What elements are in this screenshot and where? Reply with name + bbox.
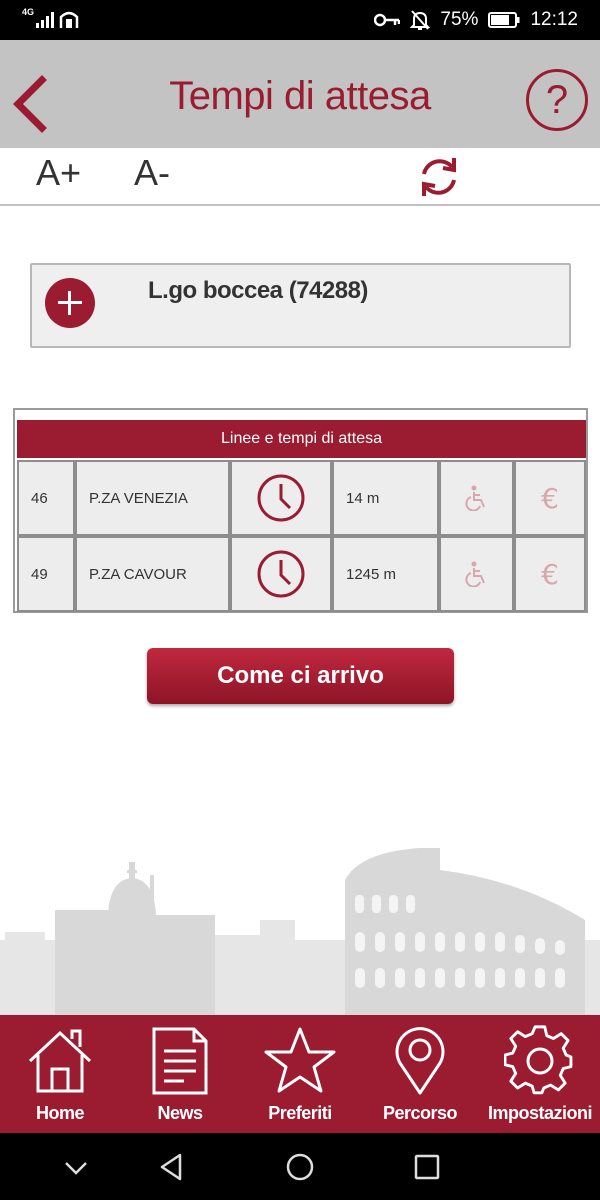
battery-icon xyxy=(488,12,520,28)
accessibility-cell xyxy=(439,536,514,612)
signal-icon xyxy=(36,12,54,28)
clock-icon xyxy=(257,474,305,522)
schedule-button[interactable] xyxy=(230,536,332,612)
table-row: 46 P.ZA VENEZIA 14 m € xyxy=(17,460,586,536)
wait-time: 1245 m xyxy=(332,536,439,612)
nav-favorites-label: Preferiti xyxy=(268,1103,332,1123)
clock-icon xyxy=(257,550,305,598)
refresh-icon xyxy=(422,158,456,196)
battery-percent: 75% xyxy=(440,9,479,30)
hotspot-icon xyxy=(59,11,79,28)
table-row: 49 P.ZA CAVOUR 1245 m € xyxy=(17,536,586,612)
ticket-cell: € xyxy=(514,460,586,536)
ticket-cell: € xyxy=(514,536,586,612)
refresh-button[interactable] xyxy=(416,154,462,200)
accessibility-cell xyxy=(439,460,514,536)
network-type: 4G xyxy=(22,7,35,17)
euro-icon: € xyxy=(541,481,559,515)
increase-font-button[interactable]: A+ xyxy=(36,152,81,194)
wheelchair-icon xyxy=(464,485,485,511)
nav-news[interactable]: News xyxy=(120,1015,240,1133)
triangle-back-icon xyxy=(160,1153,182,1181)
system-back-button[interactable] xyxy=(152,1151,192,1183)
line-destination: P.ZA VENEZIA xyxy=(75,460,230,536)
nav-settings[interactable]: Impostazioni xyxy=(480,1015,600,1133)
nav-home-label: Home xyxy=(35,1103,85,1123)
euro-icon: € xyxy=(541,557,559,591)
bottom-navigation: Home News Preferiti Percorso Impostazion… xyxy=(0,1015,600,1133)
clock-time: 12:12 xyxy=(530,9,578,30)
circle-home-icon xyxy=(286,1153,314,1181)
line-number: 46 xyxy=(17,460,75,536)
collapse-button[interactable] xyxy=(56,1151,96,1183)
bell-off-icon xyxy=(410,10,431,30)
add-favorite-button[interactable] xyxy=(45,278,95,328)
help-button[interactable]: ? xyxy=(526,69,588,131)
system-home-button[interactable] xyxy=(280,1151,320,1183)
gear-icon xyxy=(504,1025,573,1095)
wait-time: 14 m xyxy=(332,460,439,536)
system-recents-button[interactable] xyxy=(407,1151,447,1183)
nav-route[interactable]: Percorso xyxy=(360,1015,480,1133)
home-icon xyxy=(28,1029,92,1093)
rome-skyline-illustration xyxy=(0,848,600,1015)
stop-card[interactable]: L.go boccea (74288) xyxy=(30,263,571,348)
nav-news-label: News xyxy=(157,1103,203,1123)
lines-table-header: Linee e tempi di attesa xyxy=(17,420,586,458)
status-bar: 4G 75% 12:12 xyxy=(0,0,600,40)
star-icon xyxy=(264,1027,336,1093)
page-title: Tempi di attesa xyxy=(169,74,431,118)
decrease-font-button[interactable]: A- xyxy=(134,152,170,194)
wheelchair-icon xyxy=(464,561,485,587)
chevron-down-icon xyxy=(65,1162,87,1175)
font-size-toolbar: A+ A- xyxy=(0,148,600,206)
system-navigation-bar xyxy=(0,1133,600,1200)
line-destination: P.ZA CAVOUR xyxy=(75,536,230,612)
key-icon xyxy=(374,13,401,27)
nav-route-label: Percorso xyxy=(382,1103,458,1123)
square-recents-icon xyxy=(414,1154,440,1180)
news-icon xyxy=(152,1027,208,1095)
stop-name: L.go boccea (74288) xyxy=(148,277,368,304)
line-number: 49 xyxy=(17,536,75,612)
nav-favorites[interactable]: Preferiti xyxy=(240,1015,360,1133)
route-button[interactable]: Come ci arrivo xyxy=(147,648,454,704)
lines-table: Linee e tempi di attesa 46 P.ZA VENEZIA … xyxy=(13,408,588,613)
schedule-button[interactable] xyxy=(230,460,332,536)
nav-home[interactable]: Home xyxy=(0,1015,120,1133)
nav-settings-label: Impostazioni xyxy=(487,1103,593,1123)
map-pin-icon xyxy=(395,1027,445,1095)
app-header: Tempi di attesa ? xyxy=(0,40,600,148)
